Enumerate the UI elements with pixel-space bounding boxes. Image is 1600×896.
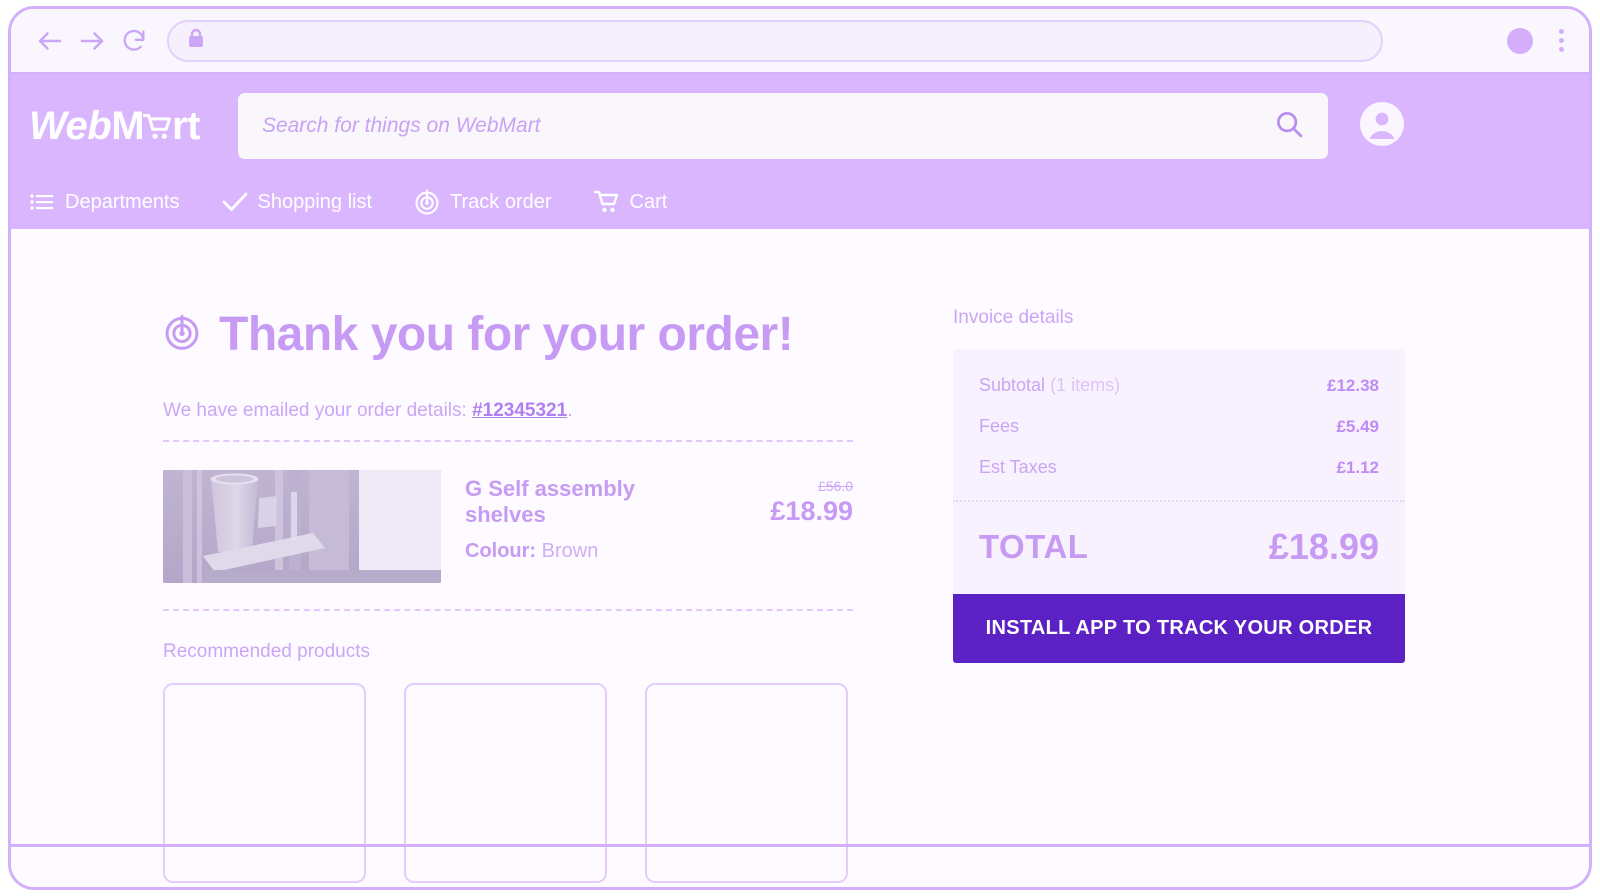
invoice-line-subtotal: Subtotal (1 items) £12.38	[979, 375, 1379, 396]
recommended-products-list	[163, 683, 853, 883]
invoice-column: Invoice details Subtotal (1 items) £12.3…	[953, 307, 1405, 883]
invoice-value-fees: £5.49	[1336, 417, 1379, 436]
order-number-link[interactable]: #12345321	[472, 400, 567, 421]
webmart-logo[interactable]: Web M rt	[29, 104, 200, 149]
order-email-prefix: We have emailed your order details:	[163, 400, 473, 421]
profile-dot-icon[interactable]	[1507, 27, 1533, 54]
invoice-sublabel-text: (1 items)	[1045, 375, 1121, 395]
page-title: Thank you for your order!	[219, 308, 794, 361]
site-header: Web M rt Search for things on WebMart De…	[11, 74, 1589, 229]
order-summary-column: Thank you for your order! We have emaile…	[163, 307, 853, 883]
menu-list-icon	[29, 189, 55, 215]
browser-chrome	[11, 9, 1589, 74]
search-wrapper	[237, 93, 1328, 159]
header-top-row: Web M rt	[11, 74, 1589, 178]
thank-you-heading-row: Thank you for your order!	[163, 307, 853, 362]
recommended-product-card[interactable]	[163, 683, 366, 883]
order-email-line: We have emailed your order details: #123…	[163, 400, 853, 422]
product-price-column: £56.0 £18.99	[733, 470, 853, 527]
invoice-label-text: Subtotal	[979, 375, 1046, 395]
reload-button[interactable]	[113, 20, 155, 62]
radar-target-icon	[414, 189, 440, 215]
back-button[interactable]	[29, 20, 71, 62]
browser-window: Web M rt Search for things on WebMart De…	[8, 6, 1592, 890]
recommended-product-card[interactable]	[404, 683, 607, 883]
nav-item-track-order[interactable]: Track order	[414, 189, 552, 215]
product-colour-row: Colour: Brown	[465, 540, 709, 563]
nav-item-departments[interactable]: Departments	[29, 189, 180, 215]
invoice-line-est-taxes: Est Taxes £1.12	[979, 457, 1379, 478]
order-product-row: G Self assembly shelves Colour: Brown £5…	[163, 442, 853, 609]
nav-item-shopping-list[interactable]: Shopping list	[222, 189, 373, 215]
recommended-product-card[interactable]	[645, 683, 848, 883]
nav-item-cart[interactable]: Cart	[593, 189, 668, 215]
check-icon	[222, 189, 248, 215]
lock-icon	[187, 28, 205, 53]
invoice-label-est-taxes: Est Taxes	[979, 457, 1057, 477]
nav-label-track-order: Track order	[450, 190, 552, 213]
invoice-total-label: TOTAL	[979, 528, 1089, 565]
invoice-total-value: £18.99	[1268, 526, 1379, 567]
account-button[interactable]	[1358, 100, 1406, 153]
divider-bottom	[163, 609, 853, 611]
search-icon[interactable]	[1274, 109, 1304, 144]
chrome-right-controls	[1483, 27, 1571, 55]
product-old-price: £56.0	[817, 478, 853, 494]
invoice-value-subtotal: £12.38	[1327, 376, 1379, 395]
invoice-lines: Subtotal (1 items) £12.38 Fees £5.49 Est…	[953, 349, 1405, 500]
invoice-total-row: TOTAL £18.99	[953, 502, 1405, 594]
kebab-menu-icon[interactable]	[1551, 27, 1571, 55]
order-email-suffix: .	[567, 400, 573, 421]
invoice-label-fees: Fees	[979, 416, 1020, 436]
shopping-cart-icon	[593, 189, 620, 215]
logo-text-m: M	[111, 103, 145, 148]
install-app-button[interactable]: INSTALL APP TO TRACK YOUR ORDER	[953, 594, 1405, 663]
page-body: Thank you for your order! We have emaile…	[11, 229, 1589, 887]
nav-label-cart: Cart	[629, 190, 668, 213]
search-box[interactable]	[237, 93, 1328, 159]
url-bar[interactable]	[167, 19, 1383, 62]
invoice-line-fees: Fees £5.49	[979, 416, 1379, 437]
user-avatar-icon	[1358, 101, 1406, 152]
nav-label-departments: Departments	[65, 190, 180, 213]
product-thumbnail[interactable]	[163, 470, 441, 583]
content-area: Thank you for your order! We have emaile…	[11, 229, 1589, 883]
search-input[interactable]	[261, 114, 1262, 138]
invoice-label-subtotal: Subtotal (1 items)	[979, 375, 1120, 396]
product-info: G Self assembly shelves Colour: Brown	[465, 470, 709, 563]
reload-icon	[120, 27, 148, 55]
product-colour-label: Colour:	[465, 540, 537, 562]
header-nav: Departments Shopping list Track order Ca…	[11, 178, 1589, 226]
forward-arrow-icon	[77, 26, 107, 56]
shopping-cart-icon	[142, 107, 173, 139]
product-price: £18.99	[770, 496, 853, 526]
invoice-card: Subtotal (1 items) £12.38 Fees £5.49 Est…	[953, 349, 1405, 663]
nav-label-shopping-list: Shopping list	[257, 190, 373, 213]
logo-text-web: Web	[29, 103, 112, 148]
logo-text-rt: rt	[172, 103, 200, 148]
back-arrow-icon	[35, 26, 65, 56]
radar-target-icon	[163, 313, 201, 356]
product-photo	[163, 470, 441, 583]
invoice-details-title: Invoice details	[953, 307, 1074, 328]
invoice-value-est-taxes: £1.12	[1336, 458, 1379, 477]
recommended-products-title: Recommended products	[163, 641, 370, 662]
viewport-bottom-rule	[11, 844, 1589, 847]
forward-button[interactable]	[71, 20, 113, 62]
product-colour-value: Brown	[541, 540, 599, 562]
product-title[interactable]: G Self assembly shelves	[465, 476, 709, 528]
